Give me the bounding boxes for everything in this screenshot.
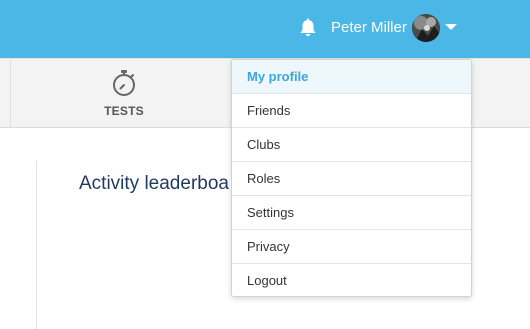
content-divider <box>36 161 37 329</box>
menu-item-logout[interactable]: Logout <box>232 264 471 296</box>
menu-item-my-profile[interactable]: My profile <box>232 60 471 94</box>
menu-item-friends[interactable]: Friends <box>232 94 471 128</box>
menu-item-clubs[interactable]: Clubs <box>232 128 471 162</box>
user-avatar[interactable] <box>412 14 440 42</box>
page-title: Activity leaderboa <box>79 173 229 194</box>
user-name[interactable]: Peter Miller <box>331 19 407 37</box>
caret-down-icon[interactable] <box>445 24 457 30</box>
bell-icon[interactable] <box>297 17 319 39</box>
stopwatch-icon <box>111 69 137 97</box>
page: Peter Miller TESTS Activity leaderboa My… <box>0 0 530 329</box>
menu-item-settings[interactable]: Settings <box>232 196 471 230</box>
tab-tests-label: TESTS <box>104 104 144 118</box>
user-dropdown-menu: My profile Friends Clubs Roles Settings … <box>231 59 472 297</box>
menu-item-roles[interactable]: Roles <box>232 162 471 196</box>
top-header-bar: Peter Miller <box>0 0 530 58</box>
menu-item-privacy[interactable]: Privacy <box>232 230 471 264</box>
tab-tests[interactable]: TESTS <box>11 59 237 128</box>
